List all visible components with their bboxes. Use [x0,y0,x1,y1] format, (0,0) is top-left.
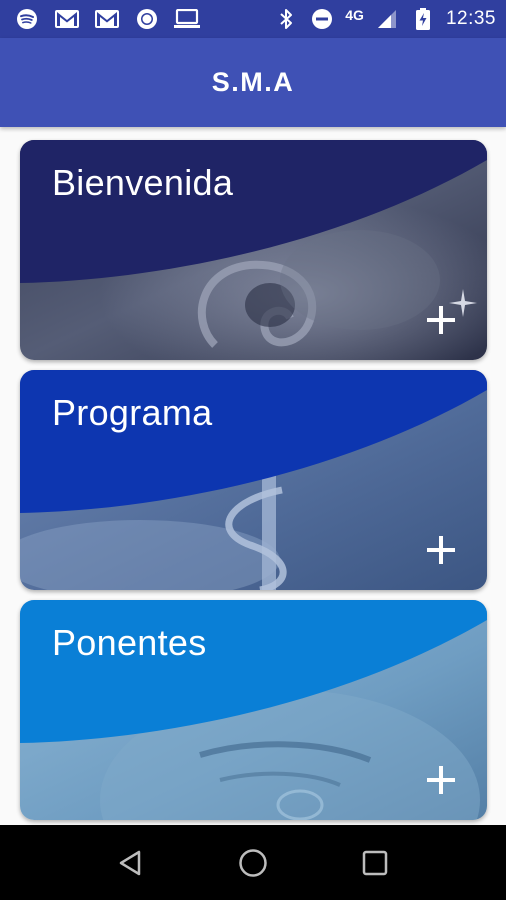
system-status-icons: 4G 12:35 [273,7,496,30]
section-card-list[interactable]: Bienvenida Programa Ponentes [0,127,506,825]
plus-icon[interactable] [427,536,455,564]
notification-icons [14,8,200,30]
app-toolbar: S.M.A [0,38,506,127]
app-title: S.M.A [211,67,295,97]
home-icon[interactable] [233,843,273,883]
signal-icon [374,8,400,30]
plus-icon[interactable] [427,306,455,334]
do-not-disturb-icon [309,8,335,30]
card-ponentes[interactable]: Ponentes [20,600,487,820]
status-time: 12:35 [445,8,496,29]
status-bar: 4G 12:35 [0,0,506,38]
network-type-label: 4G [345,7,364,23]
laptop-icon [174,8,200,30]
back-icon[interactable] [111,843,151,883]
card-bienvenida[interactable]: Bienvenida [20,140,487,360]
plus-icon[interactable] [427,766,455,794]
card-title: Bienvenida [52,162,234,203]
spotify-icon [14,8,40,30]
card-programa[interactable]: Programa [20,370,487,590]
app-screen: 4G 12:35 S.M.A Bienvenida Programa Ponen… [0,0,506,900]
gmail-icon [54,8,80,30]
card-title: Programa [52,392,213,433]
card-title: Ponentes [52,622,207,663]
system-navigation-bar [0,825,506,900]
circle-app-icon [134,8,160,30]
bluetooth-icon [273,8,299,30]
battery-charging-icon [410,8,436,30]
recents-icon[interactable] [355,843,395,883]
gmail-icon [94,8,120,30]
